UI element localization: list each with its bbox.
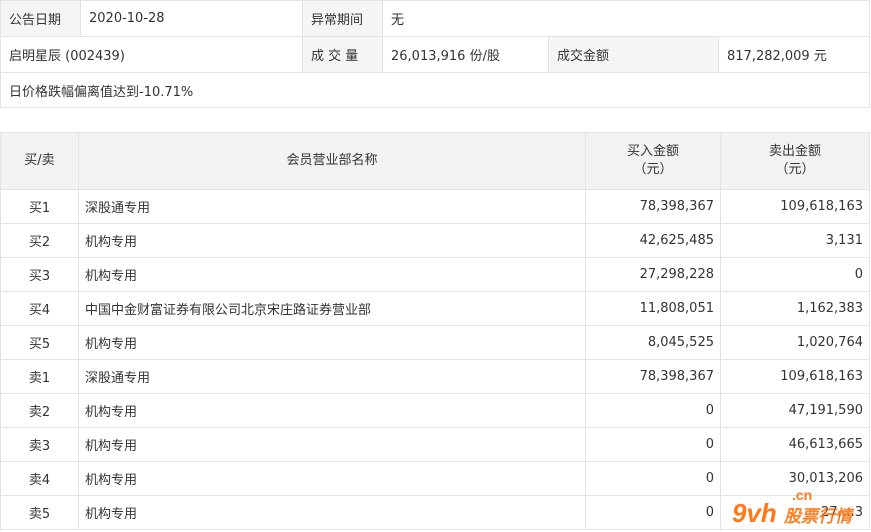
row-buy-amount: 11,808,051 — [585, 291, 721, 326]
stock-name: 启明星辰 (002439) — [0, 36, 303, 73]
amount-value: 817,282,009 元 — [717, 36, 871, 73]
row-side: 买2 — [0, 223, 79, 258]
announcement-info-table: 公告日期 2020-10-28 异常期间 无 启明星辰 (002439) 成 交… — [0, 0, 871, 108]
row-sell-amount: 30,013,206 — [720, 461, 870, 496]
header-sell-amount-title: 卖出金额 — [768, 144, 821, 159]
row-branch: 中国中金财富证券有限公司北京宋庄路证券营业部 — [78, 291, 586, 326]
row-buy-amount: 42,625,485 — [585, 223, 721, 258]
header-buy-amount-title: 买入金额 — [626, 144, 679, 159]
row-branch: 深股通专用 — [78, 189, 586, 224]
row-buy-amount: 27,298,228 — [585, 257, 721, 292]
row-side: 买3 — [0, 257, 79, 292]
table-row: 卖3 机构专用 0 46,613,665 — [0, 427, 870, 462]
announce-date-value: 2020-10-28 — [80, 0, 303, 37]
amount-label: 成交金额 — [548, 36, 719, 73]
row-buy-amount: 8,045,525 — [585, 325, 721, 360]
row-buy-amount: 0 — [585, 427, 721, 462]
row-side: 卖5 — [0, 495, 79, 530]
table-row: 买5 机构专用 8,045,525 1,020,764 — [0, 325, 870, 360]
trading-detail-table: 买/卖 会员营业部名称 买入金额 （元） 卖出金额 （元） 买1 深股通专用 7… — [0, 132, 870, 530]
row-branch: 机构专用 — [78, 495, 586, 530]
info-row-date: 公告日期 2020-10-28 异常期间 无 — [0, 0, 871, 37]
table-row: 卖5 机构专用 0 27,…3 — [0, 495, 870, 530]
row-branch: 机构专用 — [78, 325, 586, 360]
announce-date-label: 公告日期 — [0, 0, 81, 37]
row-branch: 机构专用 — [78, 223, 586, 258]
row-sell-amount: 1,162,383 — [720, 291, 870, 326]
header-buy-amount-unit: （元） — [633, 162, 673, 177]
header-side: 买/卖 — [0, 132, 79, 190]
row-buy-amount: 0 — [585, 495, 721, 530]
header-buy-amount: 买入金额 （元） — [585, 132, 721, 190]
table-row: 买3 机构专用 27,298,228 0 — [0, 257, 870, 292]
header-sell-amount: 卖出金额 （元） — [720, 132, 870, 190]
row-side: 买4 — [0, 291, 79, 326]
row-side: 买1 — [0, 189, 79, 224]
table-row: 卖2 机构专用 0 47,191,590 — [0, 393, 870, 428]
info-row-reason: 日价格跌幅偏离值达到-10.71% — [0, 72, 871, 108]
row-side: 卖1 — [0, 359, 79, 394]
row-branch: 机构专用 — [78, 427, 586, 462]
table-row: 买4 中国中金财富证券有限公司北京宋庄路证券营业部 11,808,051 1,1… — [0, 291, 870, 326]
row-side: 卖2 — [0, 393, 79, 428]
row-branch: 机构专用 — [78, 393, 586, 428]
row-buy-amount: 78,398,367 — [585, 189, 721, 224]
abnormal-period-label: 异常期间 — [302, 0, 383, 37]
header-branch: 会员营业部名称 — [78, 132, 586, 190]
row-sell-amount: 1,020,764 — [720, 325, 870, 360]
row-branch: 深股通专用 — [78, 359, 586, 394]
row-buy-amount: 0 — [585, 393, 721, 428]
header-sell-amount-unit: （元） — [775, 162, 815, 177]
table-row: 卖1 深股通专用 78,398,367 109,618,163 — [0, 359, 870, 394]
table-row: 买1 深股通专用 78,398,367 109,618,163 — [0, 189, 870, 224]
row-side: 卖3 — [0, 427, 79, 462]
row-sell-amount: 47,191,590 — [720, 393, 870, 428]
row-sell-amount: 109,618,163 — [720, 359, 870, 394]
page: 公告日期 2020-10-28 异常期间 无 启明星辰 (002439) 成 交… — [0, 0, 871, 532]
table-row: 卖4 机构专用 0 30,013,206 — [0, 461, 870, 496]
volume-label: 成 交 量 — [302, 36, 383, 73]
row-buy-amount: 78,398,367 — [585, 359, 721, 394]
row-sell-amount: 46,613,665 — [720, 427, 870, 462]
row-branch: 机构专用 — [78, 257, 586, 292]
row-side: 卖4 — [0, 461, 79, 496]
listing-reason: 日价格跌幅偏离值达到-10.71% — [0, 72, 871, 108]
row-branch: 机构专用 — [78, 461, 586, 496]
abnormal-period-value: 无 — [381, 0, 871, 37]
table-row: 买2 机构专用 42,625,485 3,131 — [0, 223, 870, 258]
info-row-stock: 启明星辰 (002439) 成 交 量 26,013,916 份/股 成交金额 … — [0, 36, 871, 73]
trading-header-row: 买/卖 会员营业部名称 买入金额 （元） 卖出金额 （元） — [0, 132, 870, 190]
row-sell-amount: 109,618,163 — [720, 189, 870, 224]
row-sell-amount: 3,131 — [720, 223, 870, 258]
volume-value: 26,013,916 份/股 — [382, 36, 549, 73]
row-side: 买5 — [0, 325, 79, 360]
row-sell-amount: 0 — [720, 257, 870, 292]
row-sell-amount: 27,…3 — [720, 495, 870, 530]
row-buy-amount: 0 — [585, 461, 721, 496]
